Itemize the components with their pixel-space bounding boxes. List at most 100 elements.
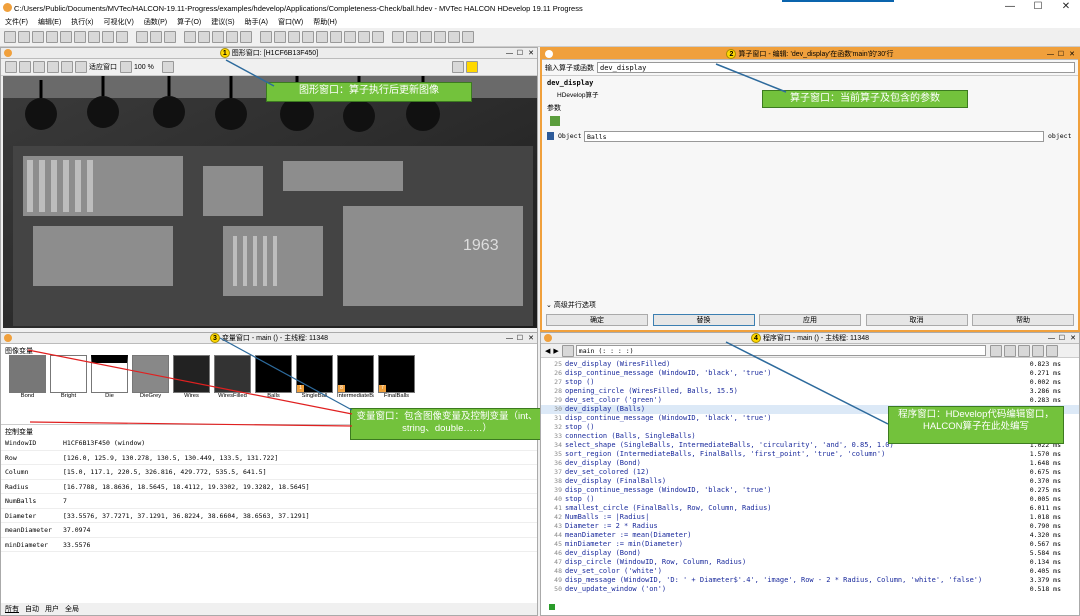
- redo-icon[interactable]: [198, 31, 210, 43]
- close-button[interactable]: ✕: [1052, 0, 1080, 16]
- code-line[interactable]: 36 dev_display (Bond) 1.648 ms: [541, 459, 1079, 468]
- minimize-button[interactable]: —: [996, 0, 1024, 16]
- step-into-icon[interactable]: [288, 31, 300, 43]
- panel-minimize-icon[interactable]: —: [1048, 333, 1055, 344]
- maximize-button[interactable]: ☐: [1024, 0, 1052, 16]
- menu-visualize[interactable]: 可视化(V): [98, 17, 138, 27]
- code-line[interactable]: 41 smallest_circle (FinalBalls, Row, Colu…: [541, 504, 1079, 513]
- code-line[interactable]: 43 Diameter := 2 * Radius 0.790 ms: [541, 522, 1079, 531]
- ok-button[interactable]: 确定: [546, 314, 648, 326]
- menu-edit[interactable]: 编辑(E): [33, 17, 66, 27]
- new-file-icon[interactable]: [4, 31, 16, 43]
- reset-icon[interactable]: [344, 31, 356, 43]
- code-line[interactable]: 44 meanDiameter := mean(Diameter) 4.320 ms: [541, 531, 1079, 540]
- wand-icon[interactable]: [1031, 344, 1044, 357]
- menu-procedures[interactable]: 函数(P): [139, 17, 172, 27]
- bulb-icon[interactable]: [465, 61, 478, 73]
- run-to-icon[interactable]: [330, 31, 342, 43]
- panel-maximize-icon[interactable]: ☐: [1058, 49, 1064, 60]
- tab-user[interactable]: 用户: [45, 604, 59, 614]
- control-row[interactable]: meanDiameter 37.0974: [1, 523, 537, 538]
- step-out-icon[interactable]: [302, 31, 314, 43]
- histogram-icon[interactable]: [406, 31, 418, 43]
- panel-minimize-icon[interactable]: —: [1047, 49, 1054, 60]
- tab-global[interactable]: 全局: [65, 604, 79, 614]
- code-line[interactable]: 47 disp_circle (WindowID, Row, Column, Ra…: [541, 558, 1079, 567]
- tab-all[interactable]: 所有: [5, 604, 19, 614]
- cancel-button[interactable]: 取消: [865, 314, 968, 326]
- panel-minimize-icon[interactable]: —: [506, 48, 513, 59]
- fit-window-label[interactable]: 适应窗口: [89, 62, 117, 72]
- panel-minimize-icon[interactable]: —: [506, 333, 513, 344]
- menu-window[interactable]: 窗口(W): [273, 17, 308, 27]
- zoom-icon[interactable]: [392, 31, 404, 43]
- panel-maximize-icon[interactable]: ☐: [517, 333, 523, 344]
- zoom-menu-icon[interactable]: [120, 61, 132, 73]
- open-file-icon[interactable]: [18, 31, 30, 43]
- control-row[interactable]: Radius [16.7788, 18.8636, 18.5645, 18.411…: [1, 480, 537, 494]
- menu-suggestions[interactable]: 建议(S): [206, 17, 239, 27]
- back-icon[interactable]: ◀: [545, 347, 550, 355]
- procedure-icon[interactable]: [561, 344, 574, 357]
- code-line[interactable]: 42 NumBalls := |Radius| 1.018 ms: [541, 513, 1079, 522]
- advanced-options[interactable]: ⌄ 高级并行选项: [546, 300, 596, 310]
- edit-procedure-icon[interactable]: [989, 344, 1002, 357]
- code-line[interactable]: 46 dev_display (Bond) 5.584 ms: [541, 549, 1079, 558]
- panel-close-icon[interactable]: ✕: [1069, 49, 1075, 60]
- panel-maximize-icon[interactable]: ☐: [517, 48, 523, 59]
- statistics-icon[interactable]: [462, 31, 474, 43]
- code-line[interactable]: 40 stop () 0.005 ms: [541, 495, 1079, 504]
- forward-icon[interactable]: ▶: [553, 347, 558, 355]
- param-input[interactable]: Balls: [584, 130, 1044, 142]
- replace-button[interactable]: 替换: [652, 314, 755, 326]
- find-icon[interactable]: [240, 31, 252, 43]
- clear-icon[interactable]: [161, 61, 174, 73]
- fit-window-icon[interactable]: [75, 61, 87, 73]
- magnifier-icon[interactable]: [47, 61, 59, 73]
- operator-input[interactable]: dev_display: [597, 62, 1075, 73]
- graphics-image[interactable]: 1963: [3, 76, 537, 328]
- procedures-icon[interactable]: [116, 31, 128, 43]
- paste-icon[interactable]: [164, 31, 176, 43]
- timer-icon[interactable]: [372, 31, 384, 43]
- feature-icon[interactable]: [434, 31, 446, 43]
- save-icon[interactable]: [46, 31, 58, 43]
- menu-file[interactable]: 文件(F): [0, 17, 33, 27]
- library-icon[interactable]: [102, 31, 114, 43]
- line-profile-icon[interactable]: [420, 31, 432, 43]
- pointer-icon[interactable]: [19, 61, 31, 73]
- code-line[interactable]: 49 disp_message (WindowID, 'D: ' + Diamet…: [541, 576, 1079, 585]
- zoom-percent[interactable]: 100 %: [134, 64, 154, 71]
- palette-icon[interactable]: [5, 61, 17, 73]
- control-row[interactable]: Column [15.0, 117.1, 220.5, 326.816, 429.…: [1, 465, 537, 480]
- control-row[interactable]: Diameter [33.5576, 37.7271, 37.1291, 36.8…: [1, 509, 537, 523]
- code-line[interactable]: 37 dev_set_colored (12) 0.675 ms: [541, 468, 1079, 477]
- apply-button[interactable]: 应用: [759, 314, 861, 326]
- extra-icon[interactable]: [1045, 344, 1058, 357]
- panel-close-icon[interactable]: ✕: [528, 333, 534, 344]
- profile-icon[interactable]: [358, 31, 370, 43]
- timer-icon[interactable]: [1017, 344, 1030, 357]
- panel-close-icon[interactable]: ✕: [1070, 333, 1076, 344]
- tab-auto[interactable]: 自动: [25, 604, 39, 614]
- control-row[interactable]: NumBalls 7: [1, 494, 537, 509]
- open-example-icon[interactable]: [32, 31, 44, 43]
- menu-help[interactable]: 帮助(H): [308, 17, 342, 27]
- run-icon[interactable]: [260, 31, 272, 43]
- interface-icon[interactable]: [1003, 344, 1016, 357]
- menu-assistants[interactable]: 助手(A): [240, 17, 273, 27]
- help-button[interactable]: 帮助: [972, 314, 1074, 326]
- cut-icon[interactable]: [136, 31, 148, 43]
- stop-icon[interactable]: [316, 31, 328, 43]
- edit-icon[interactable]: [212, 31, 224, 43]
- code-line[interactable]: 50 dev_update_window ('on') 0.518 ms: [541, 585, 1079, 594]
- copy-icon[interactable]: [150, 31, 162, 43]
- menu-execute[interactable]: 执行(x): [66, 17, 98, 27]
- code-line[interactable]: 35 sort_region (IntermediateBalls, FinalB…: [541, 450, 1079, 459]
- control-row[interactable]: minDiameter 33.5576: [1, 538, 537, 552]
- print-icon[interactable]: [74, 31, 86, 43]
- zoom-in-icon[interactable]: [61, 61, 73, 73]
- control-row[interactable]: Row [126.0, 125.9, 130.278, 130.5, 130.44…: [1, 451, 537, 465]
- undo-icon[interactable]: [184, 31, 196, 43]
- export-icon[interactable]: [88, 31, 100, 43]
